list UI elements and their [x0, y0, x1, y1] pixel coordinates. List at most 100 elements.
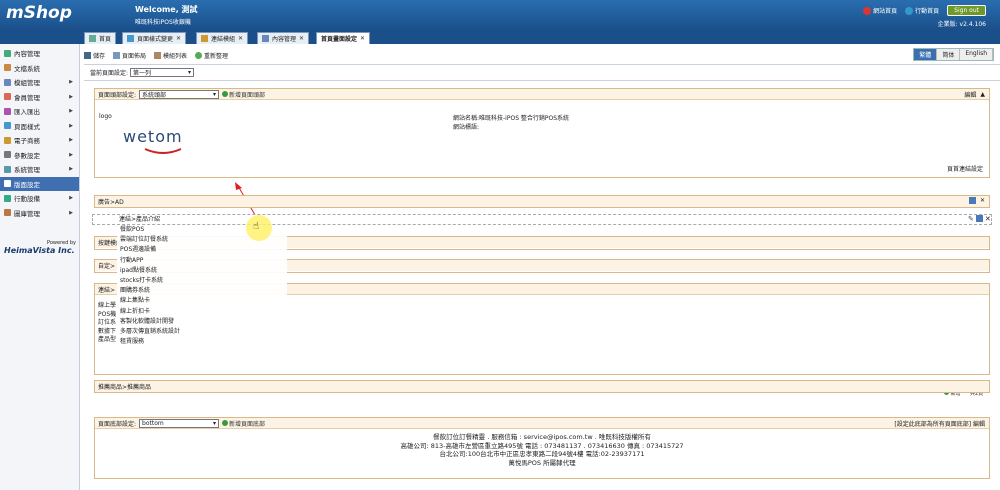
sign-out-button[interactable]: Sign out — [947, 5, 986, 16]
recommend-panel: 推薦商品>推薦商品 — [94, 380, 990, 393]
window-icon[interactable] — [968, 197, 976, 204]
window-icon[interactable] — [975, 215, 983, 222]
ad-panel-title: 廣告>AD — [98, 199, 124, 206]
dragging-module-header[interactable]: 連結>產品介紹 — [92, 214, 992, 225]
settings-icon — [4, 151, 11, 159]
chevron-right-icon: ▶ — [69, 137, 73, 144]
header-link-settings[interactable]: 頁首連結設定 — [947, 164, 983, 173]
sidebar: 內容管理 文檔系統 模組管理 ▶ 會員管理 ▶ 匯入匯出 ▶ 頁面樣式 ▶ 電子商務 ▶ … — [0, 44, 80, 490]
mobile-icon — [905, 7, 914, 16]
footer-line: 台北公司:100台北市中正區忠孝東路二段94號4樓 電話:02-23937171 — [439, 450, 645, 458]
page-layout-button[interactable]: 頁面佈局 — [113, 51, 146, 60]
sidebar-item-gallery[interactable]: 圖庫管理 ▶ — [0, 206, 79, 221]
close-icon[interactable]: ✕ — [238, 35, 243, 42]
page-setting-row: 當前頁面設定: 第一列 ▾ — [90, 68, 195, 77]
page-setting-select[interactable]: 第一列 ▾ — [130, 68, 195, 77]
dragged-menu-list: 餐飲POS 雲端訂位訂餐系統 POS週邊設備 行動APP ipad點餐系統 st… — [117, 225, 287, 348]
sidebar-item-content[interactable]: 內容管理 — [0, 46, 79, 61]
tab-bar: 首頁 頁面樣式變更 ✕ 連結模組 ✕ 內容管理 ✕ 首頁畫面設定 ✕ — [0, 30, 1000, 44]
close-icon[interactable]: ✕ — [299, 35, 304, 42]
list-item[interactable]: 行動APP — [117, 256, 287, 266]
tab-home[interactable]: 首頁 — [84, 32, 117, 44]
version-text: 企業版: v2.4.106 — [937, 21, 986, 28]
home-icon — [863, 7, 872, 16]
module-actions: ✎ ✕ — [968, 215, 991, 223]
footer-edit[interactable]: [設定此底部為所有頁面底部] 編輯 — [894, 419, 985, 428]
welcome-text: Welcome, 測試 — [135, 5, 198, 14]
member-icon — [4, 93, 11, 101]
list-item[interactable]: 團購券系統 — [117, 286, 287, 296]
refresh-button[interactable]: 重新整理 — [195, 51, 228, 60]
import-export-icon — [4, 107, 11, 115]
header-select[interactable]: 系統頭部 ▾ — [139, 89, 220, 99]
close-icon[interactable]: ✕ — [176, 35, 181, 42]
divider — [84, 64, 1000, 65]
footer-content: 餐飲訂位訂餐精靈 . 服務信箱 : service@ipos.com.tw . … — [95, 429, 989, 467]
hand-cursor-icon: ☝ — [253, 221, 260, 232]
sidebar-item-settings[interactable]: 參數設定 ▶ — [0, 148, 79, 163]
tab-link-module[interactable]: 連結模組 ✕ — [196, 32, 249, 44]
edit-icon[interactable]: ✎ — [968, 215, 974, 223]
module-list-button[interactable]: 模組列表 — [154, 51, 187, 60]
list-item[interactable]: 租賃服務 — [117, 337, 287, 347]
sidebar-item-style[interactable]: 頁面樣式 ▶ — [0, 119, 79, 134]
list-icon — [154, 51, 162, 59]
close-icon[interactable]: ✕ — [980, 197, 985, 204]
sidebar-item-mobile[interactable]: 行動設備 ▶ — [0, 191, 79, 206]
lang-english[interactable]: English — [960, 49, 993, 60]
powered-by: Powered by HeimaVista Inc. — [4, 240, 76, 255]
close-icon[interactable]: ✕ — [360, 35, 365, 42]
app-logo: mShop — [6, 3, 72, 23]
sidebar-item-member[interactable]: 會員管理 ▶ — [0, 90, 79, 105]
top-links: 網站首頁 行動首頁 Sign out — [863, 5, 986, 16]
header-panel: 頁面頭部設定: 系統頭部 ▾ 新增頁面頭部 編輯 ▲ logo wetom 網站名稱… — [94, 88, 990, 178]
wetom-logo: wetom — [123, 127, 183, 146]
close-icon[interactable]: ✕ — [985, 215, 991, 223]
lang-traditional[interactable]: 繁體 — [914, 49, 938, 60]
document-icon — [4, 64, 11, 72]
style-icon — [127, 35, 134, 42]
mobile-link[interactable]: 行動首頁 — [905, 6, 939, 16]
save-button[interactable]: 儲存 — [84, 51, 105, 60]
list-item[interactable]: 線上集點卡 — [117, 296, 287, 306]
add-footer-link[interactable]: 新增頁面底部 — [222, 419, 265, 428]
sidebar-item-import-export[interactable]: 匯入匯出 ▶ — [0, 104, 79, 119]
save-icon — [84, 51, 91, 59]
sidebar-item-commerce[interactable]: 電子商務 ▶ — [0, 133, 79, 148]
tab-page-style[interactable]: 頁面樣式變更 ✕ — [122, 32, 187, 44]
caret-up-icon: ▲ — [980, 91, 985, 98]
brand-logo: HeimaVista Inc. — [4, 246, 75, 255]
partial-list: 線上學 POS機 訂位系 數據下 產品型 — [98, 302, 117, 343]
chevron-right-icon: ▶ — [69, 166, 73, 173]
chevron-right-icon: ▶ — [69, 209, 73, 216]
tab-homepage-setting[interactable]: 首頁畫面設定 ✕ — [316, 32, 371, 44]
sidebar-item-system[interactable]: 系統管理 ▶ — [0, 162, 79, 177]
toolbar: 儲存 頁面佈局 模組列表 重新整理 — [84, 48, 228, 62]
chevron-down-icon: ▾ — [213, 90, 217, 98]
edit-header-button[interactable]: 編輯 ▲ — [964, 90, 985, 99]
list-item[interactable]: 客製化軟體設計開發 — [117, 317, 287, 327]
tab-content-management[interactable]: 內容管理 ✕ — [257, 32, 310, 44]
chevron-down-icon: ▾ — [188, 69, 192, 76]
top-bar: mShop Welcome, 測試 唯既科技iPOS收銀機 網站首頁 行動首頁 … — [0, 0, 1000, 30]
home-icon — [89, 35, 96, 42]
list-item[interactable]: stocks打卡系統 — [117, 276, 287, 286]
add-header-link[interactable]: 新增頁面頭部 — [222, 90, 265, 99]
list-item[interactable]: ipad點餐系統 — [117, 266, 287, 276]
footer-line: 萬悅馬POS 所屬隸代理 — [508, 458, 576, 467]
home-link[interactable]: 網站首頁 — [863, 6, 897, 16]
lang-simplified[interactable]: 简体 — [937, 49, 961, 60]
list-item[interactable]: 線上折扣卡 — [117, 307, 287, 317]
module-icon — [4, 78, 11, 86]
list-item[interactable]: POS週邊設備 — [117, 245, 287, 255]
language-switch: 繁體 简体 English — [913, 48, 994, 61]
gallery-icon — [4, 209, 11, 217]
sidebar-item-module[interactable]: 模組管理 ▶ — [0, 75, 79, 90]
logo-smile-icon — [144, 148, 182, 154]
header-panel-head: 頁面頭部設定: 系統頭部 ▾ 新增頁面頭部 編輯 ▲ — [95, 89, 989, 100]
footer-select[interactable]: bottom ▾ — [139, 418, 220, 428]
link-icon — [201, 35, 208, 42]
sidebar-item-layout[interactable]: 版面設定 — [0, 176, 79, 191]
sidebar-item-document[interactable]: 文檔系統 — [0, 61, 79, 76]
list-item[interactable]: 多層次傳直銷系統設計 — [117, 327, 287, 337]
